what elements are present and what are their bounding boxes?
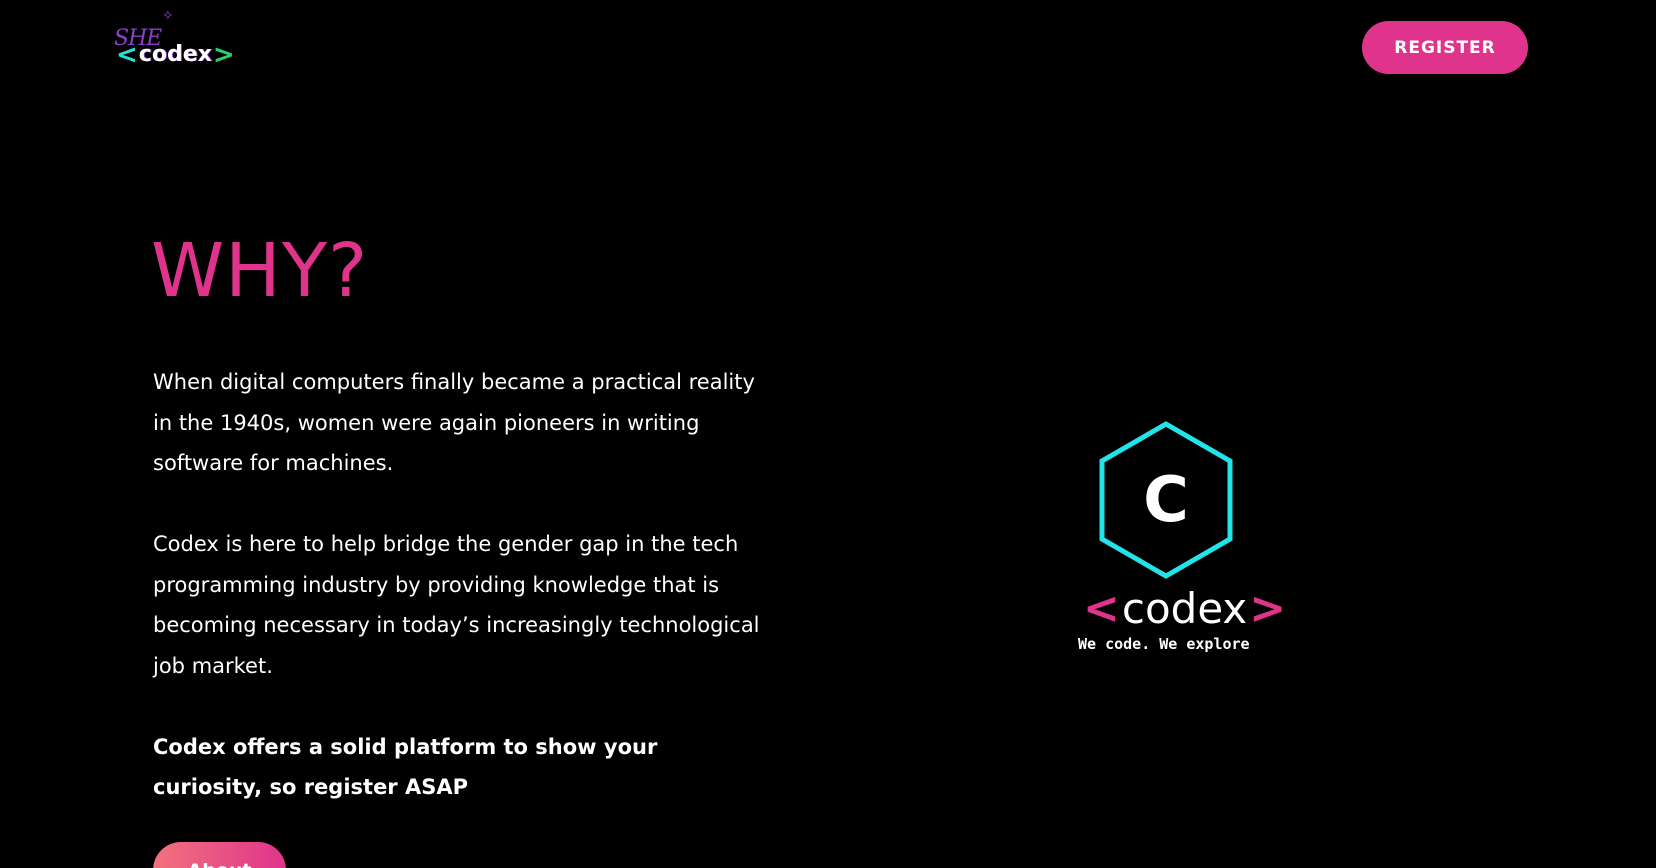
codex-wordmark: < codex > [1083,585,1286,633]
paragraph-mission: Codex is here to help bridge the gender … [153,532,760,678]
wordmark-left-bracket: < [1083,583,1120,634]
codex-tagline: We code. We explore [1078,635,1250,653]
paragraph-history: When digital computers finally became a … [153,370,755,475]
paragraph-highlight: Codex offers a solid platform to show yo… [153,734,658,800]
wordmark-right-bracket: > [1249,583,1287,634]
codex-hexagon-icon: C [1099,421,1233,579]
about-button[interactable]: About [153,842,286,868]
logo-left-bracket: < [116,40,138,70]
logo-right-bracket: > [212,40,235,70]
hexagon-letter: C [1143,463,1189,536]
site-logo[interactable]: ✧ SHE < codex > [112,8,235,70]
logo-wordmark: < codex > [116,40,235,70]
codex-logo: C < codex > We code. We explore [1070,415,1286,655]
register-button[interactable]: REGISTER [1362,21,1528,74]
page: ✧ SHE < codex > REGISTER WHY? When digit… [0,0,1656,868]
wordmark-word: codex [1121,584,1248,633]
flame-icon: ✧ [162,8,174,24]
page-title: WHY? [151,228,369,314]
logo-word: codex [138,42,212,67]
why-copy: When digital computers finally became a … [153,362,763,848]
